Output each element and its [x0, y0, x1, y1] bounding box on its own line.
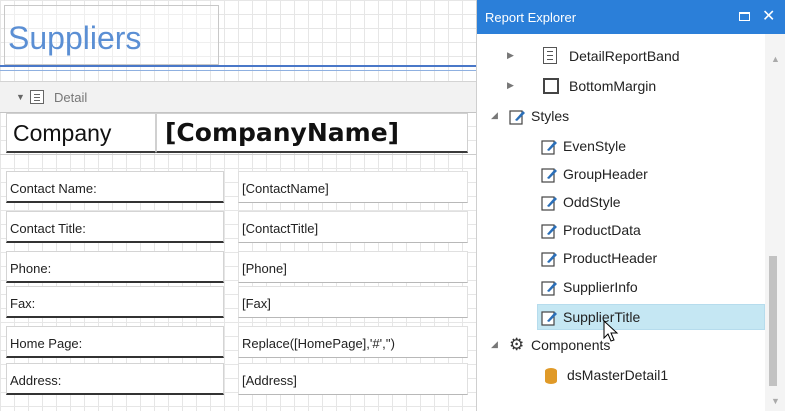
field-row-home-page: Home Page: Replace([HomePage],'#','') — [0, 326, 476, 360]
band-icon — [543, 47, 557, 64]
tree-item-label: dsMasterDetail1 — [567, 367, 669, 383]
field-value[interactable]: [Fax] — [238, 286, 468, 318]
tree-item-label: DetailReportBand — [569, 48, 680, 64]
field-label[interactable]: Address: — [6, 363, 224, 395]
margin-icon — [543, 78, 559, 94]
field-row-address: Address: [Address] — [0, 363, 476, 397]
header-divider — [0, 65, 476, 67]
field-row-fax: Fax: [Fax] — [0, 286, 476, 320]
tree-item-label: ProductHeader — [563, 250, 658, 266]
tree-item-label: Styles — [531, 108, 570, 124]
field-value[interactable]: [ContactTitle] — [238, 211, 468, 243]
field-label[interactable]: Fax: — [6, 286, 224, 318]
tree-item-label: EvenStyle — [563, 138, 627, 154]
style-item-icon — [541, 311, 557, 326]
style-item-icon — [541, 168, 557, 183]
tree-item-style[interactable]: OddStyle — [537, 190, 737, 216]
tree-item-components[interactable]: ◢ ⚙ Components — [489, 333, 749, 359]
tree-item-label: ProductData — [563, 222, 641, 238]
scroll-down-icon[interactable]: ▼ — [771, 396, 780, 406]
style-item-icon — [541, 140, 557, 155]
collapse-arrow-icon[interactable]: ◢ — [491, 110, 498, 121]
band-label: Detail — [54, 90, 88, 105]
style-item-icon — [541, 281, 557, 296]
style-item-icon — [541, 196, 557, 211]
tree-item-label: SupplierInfo — [563, 279, 638, 295]
scroll-up-icon[interactable]: ▲ — [771, 54, 780, 64]
header-divider-secondary — [0, 70, 476, 71]
company-row: Company [CompanyName] — [0, 113, 476, 155]
field-label[interactable]: Contact Title: — [6, 211, 224, 243]
field-row-contact-title: Contact Title: [ContactTitle] — [0, 211, 476, 245]
styles-icon — [509, 110, 525, 125]
field-value[interactable]: [Phone] — [238, 251, 468, 283]
tree-item-label: OddStyle — [563, 194, 621, 210]
tree-item-label: Components — [531, 337, 611, 353]
tree-item-bottom-margin[interactable]: ▶ BottomMargin — [503, 74, 743, 100]
collapse-arrow-icon[interactable]: ▼ — [16, 92, 25, 102]
close-icon[interactable]: ✕ — [762, 6, 775, 26]
report-explorer-panel: Report Explorer ✕ ▶ DetailReportBand ▶ B… — [476, 0, 785, 411]
maximize-icon[interactable] — [739, 12, 750, 21]
tree-item-label: GroupHeader — [563, 166, 648, 182]
field-value[interactable]: [ContactName] — [238, 171, 468, 203]
tree-item-style-selected[interactable]: SupplierTitle — [537, 304, 765, 330]
expand-arrow-icon[interactable]: ▶ — [507, 80, 514, 91]
company-name-field: [CompanyName] — [165, 118, 400, 147]
field-label[interactable]: Home Page: — [6, 326, 224, 358]
company-label: Company — [13, 120, 112, 146]
report-design-surface[interactable]: Suppliers ▼ Detail Company [CompanyName]… — [0, 0, 476, 411]
explorer-scrollbar[interactable]: ▲ ▼ — [765, 34, 785, 411]
mouse-cursor-icon — [603, 320, 619, 342]
tree-item-data-source[interactable]: dsMasterDetail1 — [537, 363, 737, 389]
band-icon — [30, 90, 44, 104]
gear-icon: ⚙ — [509, 335, 525, 354]
detail-band-strip[interactable]: ▼ Detail — [0, 81, 476, 113]
style-item-icon — [541, 252, 557, 267]
report-title-text: Suppliers — [8, 20, 142, 56]
company-label-cell[interactable]: Company — [6, 113, 156, 153]
database-icon — [545, 368, 557, 384]
collapse-arrow-icon[interactable]: ◢ — [491, 339, 498, 350]
report-explorer-header: Report Explorer ✕ — [477, 0, 785, 34]
field-value[interactable]: [Address] — [238, 363, 468, 395]
tree-item-style[interactable]: ProductData — [537, 218, 737, 244]
tree-item-label: SupplierTitle — [563, 309, 641, 325]
tree-item-detail-report-band[interactable]: ▶ DetailReportBand — [503, 44, 743, 70]
tree-item-styles[interactable]: ◢ Styles — [489, 104, 749, 130]
field-row-contact-name: Contact Name: [ContactName] — [0, 171, 476, 205]
field-value[interactable]: Replace([HomePage],'#','') — [238, 326, 468, 358]
field-row-phone: Phone: [Phone] — [0, 251, 476, 285]
expand-arrow-icon[interactable]: ▶ — [507, 50, 514, 61]
company-name-field-cell[interactable]: [CompanyName] — [156, 113, 468, 153]
style-item-icon — [541, 224, 557, 239]
tree-item-style[interactable]: EvenStyle — [537, 134, 737, 160]
scrollbar-thumb[interactable] — [769, 256, 777, 386]
field-label[interactable]: Contact Name: — [6, 171, 224, 203]
tree-item-label: BottomMargin — [569, 78, 657, 94]
tree-item-style[interactable]: SupplierInfo — [537, 275, 737, 301]
tree-item-style[interactable]: GroupHeader — [537, 162, 737, 188]
report-explorer-title: Report Explorer — [485, 10, 577, 25]
field-label[interactable]: Phone: — [6, 251, 224, 283]
report-title-label[interactable]: Suppliers — [4, 5, 219, 65]
tree-item-style[interactable]: ProductHeader — [537, 246, 737, 272]
